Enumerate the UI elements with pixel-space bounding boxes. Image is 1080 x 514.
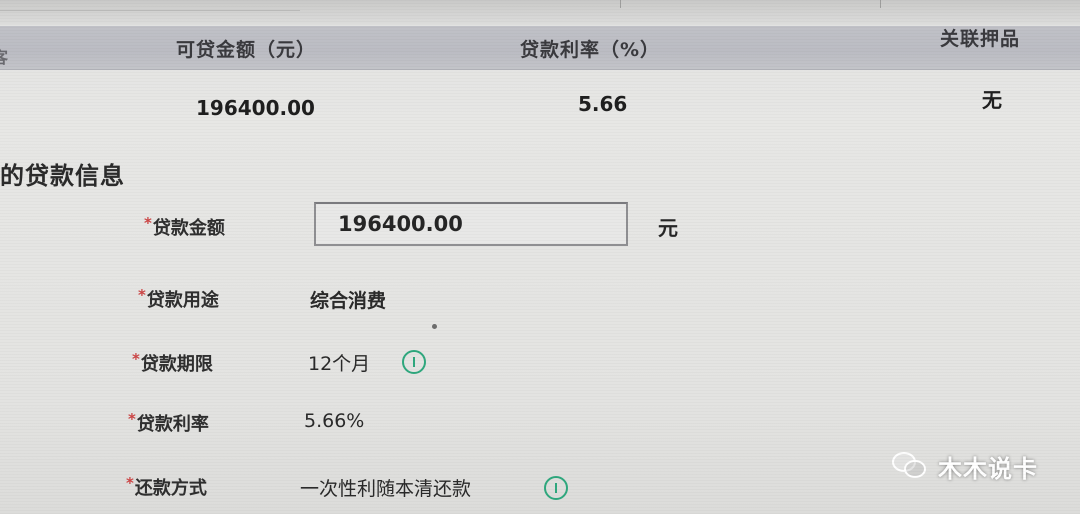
wechat-bubble-small xyxy=(904,460,926,478)
repayment-method-label-text: 还款方式 xyxy=(134,478,207,499)
watermark: 木木说卡 xyxy=(892,446,1038,486)
wechat-logo-icon xyxy=(892,450,928,482)
info-icon[interactable] xyxy=(544,476,568,500)
info-icon[interactable] xyxy=(402,350,426,374)
loan-application-screen: 客 可贷金额（元） 贷款利率（%） 关联押品 196400.00 5.66 无 … xyxy=(0,0,1080,514)
required-mark: * xyxy=(126,474,134,492)
table-row: 196400.00 5.66 无 xyxy=(0,72,1080,142)
divider xyxy=(620,0,621,8)
loan-table-header: 客 可贷金额（元） 贷款利率（%） 关联押品 xyxy=(0,26,1080,70)
loan-purpose-value: 综合消费 xyxy=(310,290,387,312)
header-loan-rate: 贷款利率（%） xyxy=(520,39,661,61)
screen-speck xyxy=(432,324,437,329)
cell-collateral: 无 xyxy=(982,88,1002,112)
cell-loan-rate: 5.66 xyxy=(578,92,628,116)
loan-rate-value: 5.66% xyxy=(304,410,365,432)
repayment-method-label: *还款方式 xyxy=(126,474,207,500)
loan-amount-unit: 元 xyxy=(658,216,678,240)
divider xyxy=(880,0,881,8)
loan-amount-label: *贷款金额 xyxy=(144,214,225,240)
header-available-amount: 可贷金额（元） xyxy=(176,39,317,61)
loan-purpose-label-text: 贷款用途 xyxy=(146,290,219,311)
cell-available-amount: 196400.00 xyxy=(196,96,315,120)
loan-term-label: *贷款期限 xyxy=(132,350,213,376)
repayment-method-value: 一次性利随本清还款 xyxy=(300,478,472,500)
divider xyxy=(0,10,300,11)
required-mark: * xyxy=(144,214,152,232)
loan-rate-label-text: 贷款利率 xyxy=(136,414,209,435)
required-mark: * xyxy=(128,410,136,428)
header-collateral: 关联押品 xyxy=(940,28,1021,50)
required-mark: * xyxy=(138,286,146,304)
loan-rate-label: *贷款利率 xyxy=(128,410,209,436)
loan-purpose-label: *贷款用途 xyxy=(138,286,219,312)
top-strip xyxy=(0,0,1080,24)
loan-amount-input[interactable] xyxy=(314,202,628,246)
loan-amount-label-text: 贷款金额 xyxy=(152,218,225,239)
loan-term-value: 12个月 xyxy=(308,353,371,375)
required-mark: * xyxy=(132,350,140,368)
watermark-text: 木木说卡 xyxy=(938,454,1038,483)
section-title: 的贷款信息 xyxy=(0,162,125,190)
loan-term-label-text: 贷款期限 xyxy=(140,354,213,375)
table-header-clipped: 客 xyxy=(0,48,9,67)
